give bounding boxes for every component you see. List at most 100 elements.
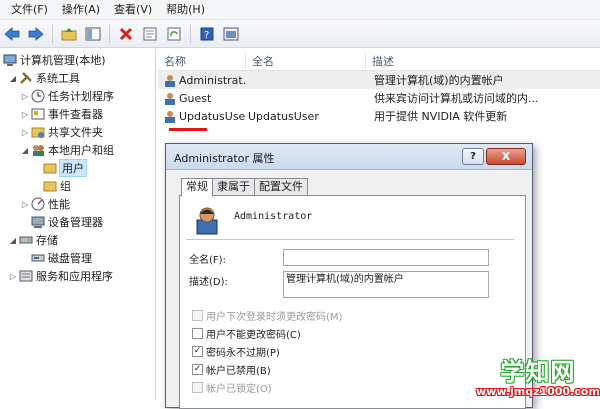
forward-icon[interactable] [26, 24, 46, 44]
checkbox-account-disabled[interactable]: ✓ 帐户已禁用(B) [192, 362, 271, 377]
tree-item-performance[interactable]: ▷ 性能 [20, 195, 70, 213]
tree-item-storage[interactable]: ◢ 存储 [8, 231, 58, 249]
fullname-field[interactable] [283, 249, 489, 266]
tree-item-services-apps[interactable]: ▷ 服务和应用程序 [8, 267, 113, 285]
expand-arrow-icon[interactable]: ▷ [20, 200, 30, 209]
storage-icon [19, 233, 33, 247]
checkbox-cannot-change-password[interactable]: 用户不能更改密码(C) [192, 326, 301, 341]
up-folder-icon[interactable] [59, 24, 79, 44]
menu-bar: 文件(F) 操作(A) 查看(V) 帮助(H) [0, 0, 600, 20]
tree-item-device-manager[interactable]: 设备管理器 [30, 213, 103, 231]
user-icon [165, 92, 175, 105]
description-label: 描述(D): [189, 277, 228, 288]
tab-general[interactable]: 常规 [181, 178, 213, 197]
menu-help[interactable]: 帮助(H) [159, 1, 212, 19]
user-fullname: UpdatusUser [248, 109, 319, 123]
event-viewer-icon [31, 107, 45, 121]
tab-profile[interactable]: 配置文件 [254, 178, 308, 196]
refresh-icon[interactable] [164, 24, 184, 44]
column-header-name[interactable]: 名称 [158, 53, 246, 70]
checkbox-box [192, 382, 203, 393]
dialog-help-button[interactable]: ? [462, 148, 484, 165]
help-icon[interactable]: ? [197, 24, 217, 44]
user-name: Administrat... [179, 73, 246, 87]
back-icon[interactable] [2, 24, 22, 44]
site-watermark: 学知网 www.jmqz1000.com [476, 352, 600, 398]
checkbox-password-never-expires[interactable]: ✓ 密码永不过期(P) [192, 344, 280, 359]
expand-arrow-icon[interactable]: ▷ [20, 128, 30, 137]
users-group-icon [31, 143, 45, 157]
description-field[interactable]: 管理计算机(域)的内置帐户 [283, 271, 489, 298]
expand-arrow-icon[interactable]: ▷ [20, 92, 30, 101]
watermark-url: www.jmqz1000.com [476, 385, 600, 398]
show-tree-icon[interactable] [83, 24, 103, 44]
folder-icon [43, 179, 57, 193]
list-item[interactable]: UpdatusUser UpdatusUser 用于提供 NVIDIA 软件更新 [158, 107, 600, 125]
computer-management-icon [3, 53, 17, 67]
checkbox-account-locked[interactable]: 帐户已锁定(O) [192, 380, 272, 395]
svg-text:?: ? [204, 30, 209, 41]
tree-item-task-scheduler[interactable]: ▷ 任务计划程序 [20, 87, 114, 105]
console-icon[interactable] [221, 24, 241, 44]
divider [186, 239, 514, 240]
tools-icon [19, 71, 33, 85]
disk-icon [31, 251, 45, 265]
checkbox-box [192, 328, 203, 339]
user-icon [165, 74, 175, 87]
column-header-fullname[interactable]: 全名 [246, 53, 366, 70]
performance-icon [31, 197, 45, 211]
tree-item-local-users-groups[interactable]: ◢ 本地用户和组 [20, 141, 114, 159]
tree-item-shared-folders[interactable]: ▷ 共享文件夹 [20, 123, 103, 141]
toolbar-separator [109, 23, 110, 44]
list-header: 名称 全名 描述 [158, 53, 600, 71]
toolbar-separator [190, 23, 191, 44]
device-manager-icon [31, 215, 45, 229]
menu-file[interactable]: 文件(F) [4, 1, 55, 19]
dialog-title: Administrator 属性 [174, 152, 275, 165]
clock-icon [31, 89, 45, 103]
checkmark-icon: ✓ [192, 346, 203, 357]
tree-item-groups[interactable]: 组 [42, 177, 71, 195]
column-header-description[interactable]: 描述 [366, 53, 600, 70]
checkmark-icon: ✓ [192, 364, 203, 375]
collapse-arrow-icon[interactable]: ◢ [8, 236, 18, 245]
tree-item-root[interactable]: 计算机管理(本地) [2, 51, 106, 69]
expand-arrow-icon[interactable]: ▷ [8, 272, 18, 281]
folder-icon [43, 161, 57, 175]
tree-item-users[interactable]: 用户 [42, 159, 87, 177]
user-icon [165, 110, 175, 123]
delete-icon[interactable] [116, 24, 136, 44]
user-description: 供来宾访问计算机或访问域的内... [374, 92, 539, 105]
expand-arrow-icon[interactable]: ▷ [20, 110, 30, 119]
checkbox-change-password-next-logon[interactable]: 用户下次登录时须更改密码(M) [192, 308, 342, 323]
fullname-label: 全名(F): [189, 255, 226, 266]
tree-item-system-tools[interactable]: ◢ 系统工具 [8, 69, 80, 87]
user-icon [196, 207, 218, 235]
dialog-tabs: 常规 隶属于 配置文件 [181, 178, 308, 197]
user-name: UpdatusUser [179, 109, 246, 123]
shared-folder-icon [31, 125, 45, 139]
list-item[interactable]: Administrat... 管理计算机(域)的内置帐户 [158, 71, 600, 89]
services-icon [19, 269, 33, 283]
toolbar-separator [52, 23, 53, 44]
collapse-arrow-icon[interactable]: ◢ [20, 146, 30, 155]
checkbox-box [192, 310, 203, 321]
user-description: 用于提供 NVIDIA 软件更新 [374, 110, 508, 123]
list-item[interactable]: Guest 供来宾访问计算机或访问域的内... [158, 89, 600, 107]
menu-view[interactable]: 查看(V) [107, 1, 159, 19]
tab-member-of[interactable]: 隶属于 [212, 178, 255, 196]
dialog-close-button[interactable]: X [486, 148, 526, 165]
properties-icon[interactable] [140, 24, 160, 44]
user-name: Guest [179, 91, 212, 105]
toolbar: ? [0, 20, 600, 48]
user-description: 管理计算机(域)的内置帐户 [374, 74, 504, 87]
dialog-titlebar[interactable]: Administrator 属性 ? X [166, 144, 532, 170]
menu-action[interactable]: 操作(A) [55, 1, 107, 19]
dialog-username: Administrator [234, 211, 313, 222]
collapse-arrow-icon[interactable]: ◢ [8, 74, 18, 83]
tree-item-disk-management[interactable]: 磁盘管理 [30, 249, 92, 267]
red-highlight-mark [169, 128, 207, 131]
navigation-tree: 计算机管理(本地) ◢ 系统工具 ▷ 任务计划程序 ▷ 事件查看器 ▷ 共享文件… [0, 49, 156, 400]
tree-item-event-viewer[interactable]: ▷ 事件查看器 [20, 105, 103, 123]
watermark-title: 学知网 [500, 358, 576, 386]
